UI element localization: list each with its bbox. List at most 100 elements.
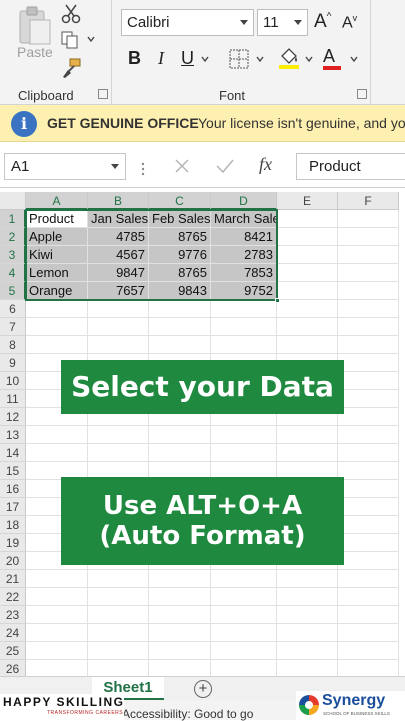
column-header-e[interactable]: E	[277, 192, 338, 210]
chevron-down-icon[interactable]	[255, 54, 265, 64]
cell-c4[interactable]: 8765	[149, 264, 211, 282]
cell-b13[interactable]	[88, 426, 149, 444]
cell-d24[interactable]	[211, 624, 277, 642]
chevron-down-icon[interactable]	[304, 54, 314, 64]
column-header-a[interactable]: A	[26, 192, 88, 210]
select-all-corner[interactable]	[0, 192, 26, 210]
cell-f15[interactable]	[338, 462, 399, 480]
cell-b5[interactable]: 7657	[88, 282, 149, 300]
column-header-c[interactable]: C	[149, 192, 211, 210]
cell-d5[interactable]: 9752	[211, 282, 277, 300]
column-header-d[interactable]: D	[211, 192, 277, 210]
cell-f17[interactable]	[338, 498, 399, 516]
cell-d1[interactable]: March Sales	[211, 210, 277, 228]
cell-d25[interactable]	[211, 642, 277, 660]
cell-a4[interactable]: Lemon	[26, 264, 88, 282]
cell-b23[interactable]	[88, 606, 149, 624]
cell-a2[interactable]: Apple	[26, 228, 88, 246]
cell-f1[interactable]	[338, 210, 399, 228]
row-header-24[interactable]: 24	[0, 624, 26, 642]
cell-b2[interactable]: 4785	[88, 228, 149, 246]
row-header-18[interactable]: 18	[0, 516, 26, 534]
row-header-2[interactable]: 2	[0, 228, 26, 246]
row-header-21[interactable]: 21	[0, 570, 26, 588]
borders-icon[interactable]	[228, 48, 250, 70]
cell-a14[interactable]	[26, 444, 88, 462]
cell-b8[interactable]	[88, 336, 149, 354]
italic-button[interactable]: I	[158, 48, 164, 69]
row-header-13[interactable]: 13	[0, 426, 26, 444]
cell-d8[interactable]	[211, 336, 277, 354]
cell-a6[interactable]	[26, 300, 88, 318]
cell-f14[interactable]	[338, 444, 399, 462]
cell-c6[interactable]	[149, 300, 211, 318]
row-header-16[interactable]: 16	[0, 480, 26, 498]
cell-a5[interactable]: Orange	[26, 282, 88, 300]
cell-d7[interactable]	[211, 318, 277, 336]
cell-e23[interactable]	[277, 606, 338, 624]
cell-b4[interactable]: 9847	[88, 264, 149, 282]
cell-f7[interactable]	[338, 318, 399, 336]
cell-e21[interactable]	[277, 570, 338, 588]
cell-e4[interactable]	[277, 264, 338, 282]
clipboard-dialog-launcher-icon[interactable]	[98, 89, 108, 99]
bold-button[interactable]: B	[128, 48, 141, 69]
paste-button-label[interactable]: Paste	[17, 44, 53, 60]
cell-c25[interactable]	[149, 642, 211, 660]
cell-a22[interactable]	[26, 588, 88, 606]
font-size-select[interactable]: 11	[257, 9, 308, 36]
font-dialog-launcher-icon[interactable]	[357, 89, 367, 99]
cut-icon[interactable]	[60, 4, 82, 24]
fill-color-icon[interactable]	[277, 46, 301, 70]
cell-e25[interactable]	[277, 642, 338, 660]
format-painter-icon[interactable]	[60, 58, 82, 78]
cell-f4[interactable]	[338, 264, 399, 282]
cell-c24[interactable]	[149, 624, 211, 642]
cell-e6[interactable]	[277, 300, 338, 318]
row-header-8[interactable]: 8	[0, 336, 26, 354]
cell-c7[interactable]	[149, 318, 211, 336]
cell-d22[interactable]	[211, 588, 277, 606]
cell-a24[interactable]	[26, 624, 88, 642]
cell-b3[interactable]: 4567	[88, 246, 149, 264]
cell-c1[interactable]: Feb Sales	[149, 210, 211, 228]
cell-e3[interactable]	[277, 246, 338, 264]
cell-f21[interactable]	[338, 570, 399, 588]
cell-a1[interactable]: Product	[26, 210, 88, 228]
cell-e22[interactable]	[277, 588, 338, 606]
grow-font-button[interactable]: A^	[314, 11, 331, 33]
cell-e1[interactable]	[277, 210, 338, 228]
row-header-23[interactable]: 23	[0, 606, 26, 624]
cell-d23[interactable]	[211, 606, 277, 624]
column-header-f[interactable]: F	[338, 192, 399, 210]
row-header-20[interactable]: 20	[0, 552, 26, 570]
cell-e13[interactable]	[277, 426, 338, 444]
cell-d21[interactable]	[211, 570, 277, 588]
underline-button[interactable]: U	[181, 48, 194, 69]
row-header-12[interactable]: 12	[0, 408, 26, 426]
cell-f5[interactable]	[338, 282, 399, 300]
cell-a7[interactable]	[26, 318, 88, 336]
font-color-button[interactable]: A	[323, 46, 341, 70]
row-header-15[interactable]: 15	[0, 462, 26, 480]
row-header-22[interactable]: 22	[0, 588, 26, 606]
shrink-font-button[interactable]: Av	[342, 13, 357, 32]
cell-f20[interactable]	[338, 552, 399, 570]
row-header-9[interactable]: 9	[0, 354, 26, 372]
cell-e24[interactable]	[277, 624, 338, 642]
row-header-19[interactable]: 19	[0, 534, 26, 552]
cell-f6[interactable]	[338, 300, 399, 318]
copy-icon[interactable]	[60, 30, 82, 50]
cell-c14[interactable]	[149, 444, 211, 462]
cell-d2[interactable]: 8421	[211, 228, 277, 246]
font-name-select[interactable]: Calibri	[121, 9, 254, 36]
cell-f25[interactable]	[338, 642, 399, 660]
cell-f11[interactable]	[338, 390, 399, 408]
column-header-b[interactable]: B	[88, 192, 149, 210]
row-header-5[interactable]: 5	[0, 282, 26, 300]
chevron-down-icon[interactable]	[200, 54, 210, 64]
cell-a13[interactable]	[26, 426, 88, 444]
cell-f13[interactable]	[338, 426, 399, 444]
row-header-10[interactable]: 10	[0, 372, 26, 390]
cell-f23[interactable]	[338, 606, 399, 624]
